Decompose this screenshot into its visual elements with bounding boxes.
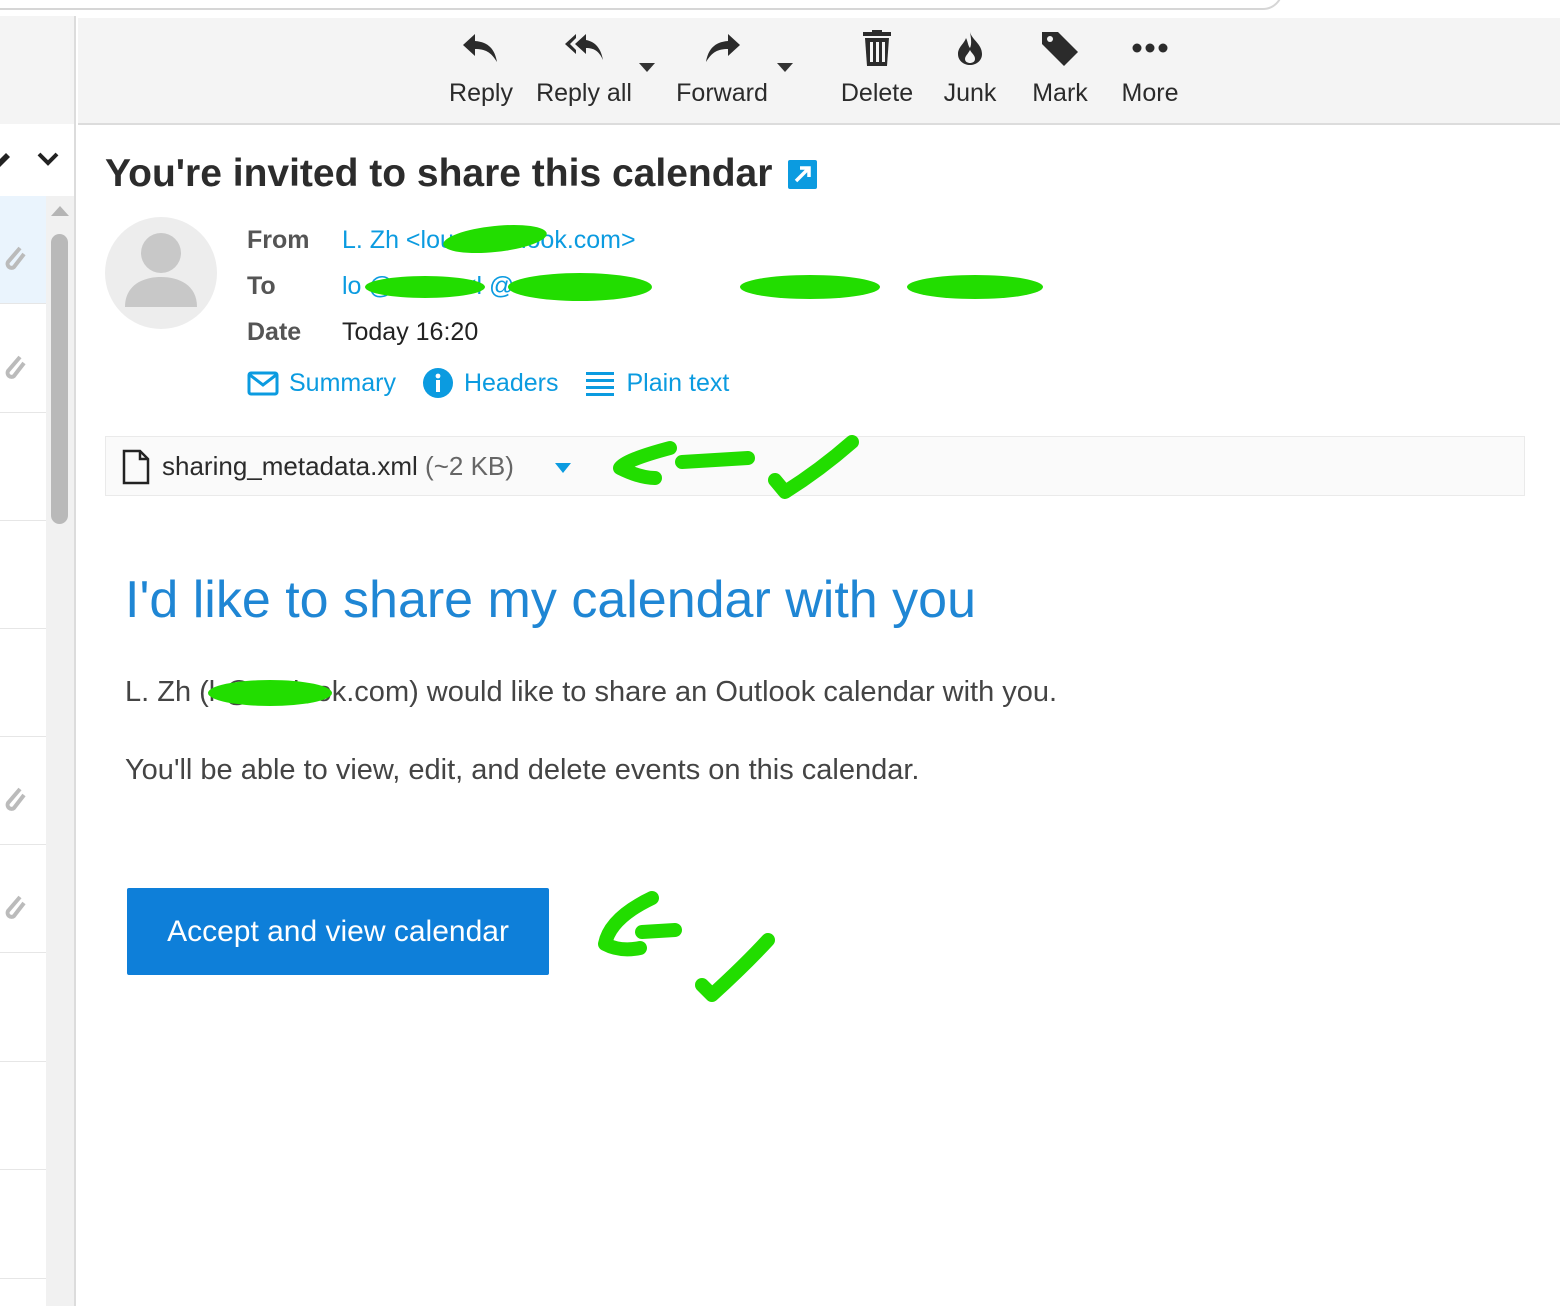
to-label: To	[247, 272, 276, 300]
list-item[interactable]	[0, 196, 46, 304]
message-list-strip	[0, 16, 76, 1306]
list-item[interactable]	[0, 845, 46, 953]
annotation-check	[695, 933, 775, 1002]
sender-avatar	[105, 217, 217, 329]
list-item[interactable]	[0, 629, 46, 737]
annotation-arrow	[635, 923, 682, 939]
reply-icon	[463, 34, 497, 62]
list-item[interactable]	[0, 737, 46, 845]
envelope-icon	[247, 371, 279, 396]
header-view-links: Summary Headers Plain text	[247, 368, 755, 398]
chevron-down-icon[interactable]	[36, 151, 60, 167]
forward-button[interactable]: Forward	[676, 18, 768, 123]
search-bar[interactable]	[0, 0, 1283, 10]
subject-text: You're invited to share this calendar	[105, 152, 773, 195]
scrollbar-thumb[interactable]	[51, 234, 68, 524]
reply-all-icon	[565, 34, 603, 60]
list-item[interactable]	[0, 521, 46, 629]
reply-all-button[interactable]: Reply all	[536, 18, 632, 123]
date-value: Today 16:20	[342, 318, 479, 346]
paperclip-icon	[5, 787, 26, 811]
person-icon	[125, 233, 197, 307]
file-icon	[122, 449, 150, 485]
redaction-mark	[740, 275, 880, 299]
fire-icon	[958, 32, 982, 65]
redaction-mark	[907, 275, 1043, 299]
accept-calendar-button[interactable]: Accept and view calendar	[127, 888, 549, 975]
message-subject: You're invited to share this calendar	[105, 152, 818, 196]
from-label: From	[247, 226, 310, 254]
more-button[interactable]: More	[1120, 18, 1180, 123]
scroll-up-arrow-icon[interactable]	[51, 206, 69, 216]
open-external-icon[interactable]	[788, 159, 818, 189]
tag-icon	[1042, 32, 1078, 66]
trash-icon	[863, 30, 891, 66]
more-dots-icon	[1132, 43, 1168, 53]
info-icon	[422, 368, 453, 398]
message-toolbar: Reply Reply all Forward Delete Junk Mark…	[78, 18, 1560, 125]
from-address[interactable]: L. Zh <lou @outlook.com>	[342, 226, 636, 255]
reply-all-dropdown-icon[interactable]	[639, 63, 655, 72]
attachment-item[interactable]: sharing_metadata.xml (~2 KB)	[162, 451, 514, 482]
compose-icon[interactable]	[0, 149, 10, 171]
list-item[interactable]	[0, 1062, 46, 1170]
paperclip-icon	[5, 355, 26, 379]
list-item[interactable]	[0, 954, 46, 1062]
junk-button[interactable]: Junk	[942, 18, 998, 123]
paperclip-icon	[5, 895, 26, 919]
headers-link[interactable]: Headers	[422, 368, 558, 398]
delete-button[interactable]: Delete	[841, 18, 913, 123]
body-line-permissions: You'll be able to view, edit, and delete…	[125, 754, 920, 786]
summary-link[interactable]: Summary	[247, 368, 396, 398]
to-address[interactable]: lo @ .com <l @ .com>	[342, 272, 590, 301]
list-item[interactable]	[0, 1171, 46, 1279]
mark-button[interactable]: Mark	[1031, 18, 1089, 123]
attachment-filename: sharing_metadata.xml	[162, 451, 418, 481]
list-item[interactable]	[0, 413, 46, 521]
list-item[interactable]	[0, 305, 46, 413]
attachment-bar: sharing_metadata.xml (~2 KB)	[105, 436, 1525, 496]
reply-button[interactable]: Reply	[448, 18, 514, 123]
annotation-arrow	[598, 891, 659, 957]
date-label: Date	[247, 318, 302, 346]
attachment-size: (~2 KB)	[425, 451, 514, 481]
paperclip-icon	[5, 246, 26, 270]
body-line-share: L. Zh (l @outlook.com) would like to sha…	[125, 676, 1058, 708]
body-heading: I'd like to share my calendar with you	[125, 571, 976, 629]
forward-dropdown-icon[interactable]	[777, 63, 793, 72]
message-list-toolbar	[0, 16, 74, 124]
forward-icon	[706, 34, 740, 62]
attachment-dropdown-icon[interactable]	[555, 463, 571, 473]
plain-text-link[interactable]: Plain text	[584, 368, 729, 398]
lines-icon	[586, 372, 615, 396]
